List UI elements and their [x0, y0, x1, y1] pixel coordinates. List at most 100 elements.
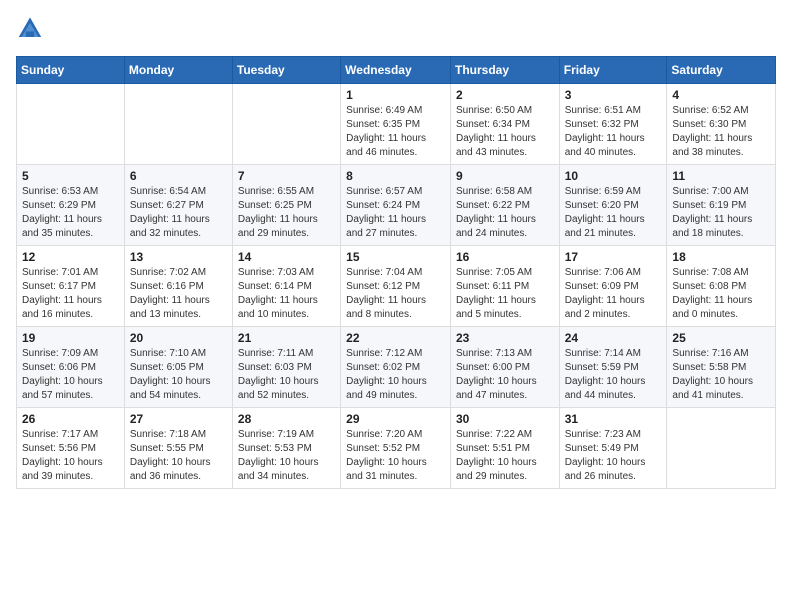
- day-info: Sunrise: 6:57 AM Sunset: 6:24 PM Dayligh…: [346, 185, 445, 241]
- day-number: 26: [22, 412, 119, 426]
- day-number: 12: [22, 250, 119, 264]
- day-cell: 7 Sunrise: 6:55 AM Sunset: 6:25 PM Daylig…: [232, 165, 340, 246]
- day-number: 6: [130, 169, 227, 183]
- day-info: Sunrise: 7:19 AM Sunset: 5:53 PM Dayligh…: [238, 428, 335, 484]
- day-info: Sunrise: 7:16 AM Sunset: 5:58 PM Dayligh…: [672, 347, 770, 403]
- day-cell: 26 Sunrise: 7:17 AM Sunset: 5:56 PM Dayli…: [17, 408, 125, 489]
- day-number: 31: [565, 412, 662, 426]
- day-cell: 25 Sunrise: 7:16 AM Sunset: 5:58 PM Dayli…: [667, 327, 776, 408]
- calendar-table: SundayMondayTuesdayWednesdayThursdayFrid…: [16, 56, 776, 489]
- day-info: Sunrise: 6:49 AM Sunset: 6:35 PM Dayligh…: [346, 104, 445, 160]
- day-number: 28: [238, 412, 335, 426]
- day-info: Sunrise: 7:12 AM Sunset: 6:02 PM Dayligh…: [346, 347, 445, 403]
- day-number: 24: [565, 331, 662, 345]
- day-cell: 3 Sunrise: 6:51 AM Sunset: 6:32 PM Daylig…: [559, 84, 667, 165]
- day-cell: [667, 408, 776, 489]
- day-info: Sunrise: 7:17 AM Sunset: 5:56 PM Dayligh…: [22, 428, 119, 484]
- day-info: Sunrise: 7:06 AM Sunset: 6:09 PM Dayligh…: [565, 266, 662, 322]
- day-info: Sunrise: 7:11 AM Sunset: 6:03 PM Dayligh…: [238, 347, 335, 403]
- day-cell: 21 Sunrise: 7:11 AM Sunset: 6:03 PM Dayli…: [232, 327, 340, 408]
- day-number: 5: [22, 169, 119, 183]
- day-header-wednesday: Wednesday: [341, 57, 451, 84]
- day-number: 3: [565, 88, 662, 102]
- day-cell: 16 Sunrise: 7:05 AM Sunset: 6:11 PM Dayli…: [450, 246, 559, 327]
- day-header-saturday: Saturday: [667, 57, 776, 84]
- day-info: Sunrise: 6:53 AM Sunset: 6:29 PM Dayligh…: [22, 185, 119, 241]
- day-cell: 11 Sunrise: 7:00 AM Sunset: 6:19 PM Dayli…: [667, 165, 776, 246]
- day-cell: [232, 84, 340, 165]
- week-row-2: 5 Sunrise: 6:53 AM Sunset: 6:29 PM Daylig…: [17, 165, 776, 246]
- day-info: Sunrise: 7:10 AM Sunset: 6:05 PM Dayligh…: [130, 347, 227, 403]
- day-cell: 15 Sunrise: 7:04 AM Sunset: 6:12 PM Dayli…: [341, 246, 451, 327]
- day-info: Sunrise: 7:18 AM Sunset: 5:55 PM Dayligh…: [130, 428, 227, 484]
- day-cell: 27 Sunrise: 7:18 AM Sunset: 5:55 PM Dayli…: [124, 408, 232, 489]
- page-header: [16, 16, 776, 44]
- day-cell: 29 Sunrise: 7:20 AM Sunset: 5:52 PM Dayli…: [341, 408, 451, 489]
- day-info: Sunrise: 6:50 AM Sunset: 6:34 PM Dayligh…: [456, 104, 554, 160]
- day-info: Sunrise: 6:58 AM Sunset: 6:22 PM Dayligh…: [456, 185, 554, 241]
- day-number: 20: [130, 331, 227, 345]
- day-number: 10: [565, 169, 662, 183]
- day-info: Sunrise: 7:00 AM Sunset: 6:19 PM Dayligh…: [672, 185, 770, 241]
- day-cell: 1Sunrise: 6:49 AM Sunset: 6:35 PM Daylig…: [341, 84, 451, 165]
- day-number: 16: [456, 250, 554, 264]
- week-row-4: 19Sunrise: 7:09 AM Sunset: 6:06 PM Dayli…: [17, 327, 776, 408]
- day-info: Sunrise: 7:08 AM Sunset: 6:08 PM Dayligh…: [672, 266, 770, 322]
- day-info: Sunrise: 7:02 AM Sunset: 6:16 PM Dayligh…: [130, 266, 227, 322]
- logo: [16, 16, 46, 44]
- day-number: 11: [672, 169, 770, 183]
- day-cell: 24 Sunrise: 7:14 AM Sunset: 5:59 PM Dayli…: [559, 327, 667, 408]
- day-info: Sunrise: 7:14 AM Sunset: 5:59 PM Dayligh…: [565, 347, 662, 403]
- day-number: 14: [238, 250, 335, 264]
- day-info: Sunrise: 7:09 AM Sunset: 6:06 PM Dayligh…: [22, 347, 119, 403]
- day-cell: 5 Sunrise: 6:53 AM Sunset: 6:29 PM Daylig…: [17, 165, 125, 246]
- day-number: 27: [130, 412, 227, 426]
- day-header-sunday: Sunday: [17, 57, 125, 84]
- day-cell: 17 Sunrise: 7:06 AM Sunset: 6:09 PM Dayli…: [559, 246, 667, 327]
- day-cell: 9 Sunrise: 6:58 AM Sunset: 6:22 PM Daylig…: [450, 165, 559, 246]
- day-cell: 10Sunrise: 6:59 AM Sunset: 6:20 PM Dayli…: [559, 165, 667, 246]
- day-cell: 22 Sunrise: 7:12 AM Sunset: 6:02 PM Dayli…: [341, 327, 451, 408]
- day-number: 29: [346, 412, 445, 426]
- day-info: Sunrise: 7:01 AM Sunset: 6:17 PM Dayligh…: [22, 266, 119, 322]
- day-cell: 28 Sunrise: 7:19 AM Sunset: 5:53 PM Dayli…: [232, 408, 340, 489]
- week-row-5: 26 Sunrise: 7:17 AM Sunset: 5:56 PM Dayli…: [17, 408, 776, 489]
- day-number: 30: [456, 412, 554, 426]
- day-cell: 4 Sunrise: 6:52 AM Sunset: 6:30 PM Daylig…: [667, 84, 776, 165]
- day-number: 15: [346, 250, 445, 264]
- day-header-tuesday: Tuesday: [232, 57, 340, 84]
- logo-icon: [16, 16, 44, 44]
- day-number: 25: [672, 331, 770, 345]
- day-cell: 12 Sunrise: 7:01 AM Sunset: 6:17 PM Dayli…: [17, 246, 125, 327]
- day-number: 17: [565, 250, 662, 264]
- day-number: 2: [456, 88, 554, 102]
- day-info: Sunrise: 6:55 AM Sunset: 6:25 PM Dayligh…: [238, 185, 335, 241]
- day-header-thursday: Thursday: [450, 57, 559, 84]
- day-info: Sunrise: 7:04 AM Sunset: 6:12 PM Dayligh…: [346, 266, 445, 322]
- day-info: Sunrise: 6:51 AM Sunset: 6:32 PM Dayligh…: [565, 104, 662, 160]
- day-info: Sunrise: 7:05 AM Sunset: 6:11 PM Dayligh…: [456, 266, 554, 322]
- day-number: 22: [346, 331, 445, 345]
- day-cell: 8 Sunrise: 6:57 AM Sunset: 6:24 PM Daylig…: [341, 165, 451, 246]
- day-info: Sunrise: 7:13 AM Sunset: 6:00 PM Dayligh…: [456, 347, 554, 403]
- day-number: 18: [672, 250, 770, 264]
- day-cell: 2 Sunrise: 6:50 AM Sunset: 6:34 PM Daylig…: [450, 84, 559, 165]
- day-info: Sunrise: 6:54 AM Sunset: 6:27 PM Dayligh…: [130, 185, 227, 241]
- day-cell: 30Sunrise: 7:22 AM Sunset: 5:51 PM Dayli…: [450, 408, 559, 489]
- day-number: 21: [238, 331, 335, 345]
- day-info: Sunrise: 7:03 AM Sunset: 6:14 PM Dayligh…: [238, 266, 335, 322]
- day-number: 7: [238, 169, 335, 183]
- day-number: 9: [456, 169, 554, 183]
- day-info: Sunrise: 6:52 AM Sunset: 6:30 PM Dayligh…: [672, 104, 770, 160]
- day-cell: 31Sunrise: 7:23 AM Sunset: 5:49 PM Dayli…: [559, 408, 667, 489]
- day-header-row: SundayMondayTuesdayWednesdayThursdayFrid…: [17, 57, 776, 84]
- day-number: 4: [672, 88, 770, 102]
- week-row-1: 1Sunrise: 6:49 AM Sunset: 6:35 PM Daylig…: [17, 84, 776, 165]
- day-number: 23: [456, 331, 554, 345]
- day-info: Sunrise: 7:20 AM Sunset: 5:52 PM Dayligh…: [346, 428, 445, 484]
- day-header-monday: Monday: [124, 57, 232, 84]
- day-number: 8: [346, 169, 445, 183]
- day-number: 13: [130, 250, 227, 264]
- day-cell: 20 Sunrise: 7:10 AM Sunset: 6:05 PM Dayli…: [124, 327, 232, 408]
- day-cell: [124, 84, 232, 165]
